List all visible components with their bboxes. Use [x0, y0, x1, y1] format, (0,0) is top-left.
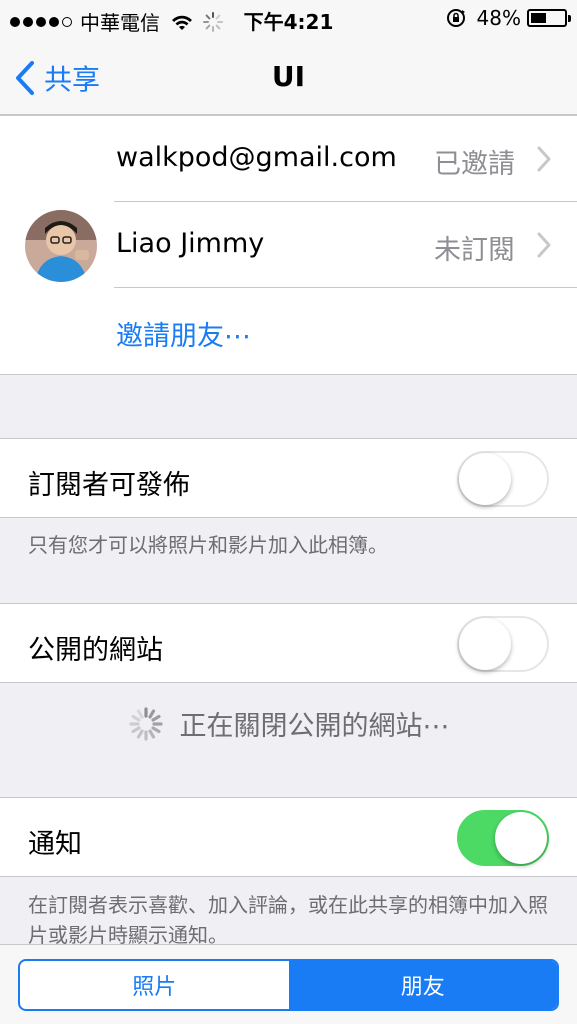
- subscriber-status: 已邀請: [434, 149, 515, 180]
- subscriber-post-toggle[interactable]: [457, 451, 549, 507]
- public-site-group: 公開的網站: [0, 603, 577, 683]
- public-site-toggle[interactable]: [457, 616, 549, 672]
- segment-friends[interactable]: 朋友: [288, 961, 557, 1009]
- subscriber-name: walkpod@gmail.com: [116, 142, 397, 173]
- subscriber-row[interactable]: walkpod@gmail.com 已邀請: [0, 116, 577, 202]
- public-site-loading: 正在關閉公開的網站⋯: [0, 704, 577, 743]
- public-site-label: 公開的網站: [28, 635, 163, 666]
- subscribers-list: walkpod@gmail.com 已邀請 Liao Jimmy 未訂閱 邀請朋…: [0, 115, 577, 375]
- battery-icon: [527, 9, 571, 27]
- notifications-footnote: 在訂閱者表示喜歡、加入評論，或在此共享的相簿中加入照片或影片時顯示通知。: [28, 893, 548, 947]
- invite-friends-row[interactable]: 邀請朋友⋯: [0, 288, 577, 374]
- status-bar: 中華電信 下午4:21 48%: [0, 0, 577, 38]
- invite-friends-link[interactable]: 邀請朋友⋯: [116, 314, 251, 353]
- notifications-toggle[interactable]: [457, 810, 549, 866]
- battery-percent: 48%: [476, 6, 521, 30]
- subscriber-row[interactable]: Liao Jimmy 未訂閱: [0, 202, 577, 288]
- subscriber-post-label: 訂閱者可發佈: [28, 470, 190, 501]
- bottom-toolbar: 照片 朋友: [0, 944, 577, 1024]
- notifications-group: 通知: [0, 797, 577, 877]
- subscriber-post-footnote: 只有您才可以將照片和影片加入此相簿。: [28, 533, 388, 557]
- notifications-label: 通知: [28, 829, 82, 860]
- loading-text: 正在關閉公開的網站⋯: [179, 711, 450, 742]
- rotation-lock-icon: [446, 9, 465, 27]
- chevron-right-icon: [537, 232, 551, 258]
- page-title: UI: [271, 60, 306, 93]
- segmented-control: 照片 朋友: [18, 959, 559, 1011]
- segment-photos[interactable]: 照片: [20, 961, 289, 1009]
- avatar: [25, 210, 97, 282]
- loading-spinner-icon: [128, 706, 163, 741]
- navigation-bar: 共享 UI: [0, 38, 577, 115]
- subscriber-status: 未訂閱: [434, 235, 515, 266]
- chevron-right-icon: [537, 146, 551, 172]
- subscriber-post-group: 訂閱者可發佈: [0, 438, 577, 518]
- subscriber-name: Liao Jimmy: [116, 228, 265, 259]
